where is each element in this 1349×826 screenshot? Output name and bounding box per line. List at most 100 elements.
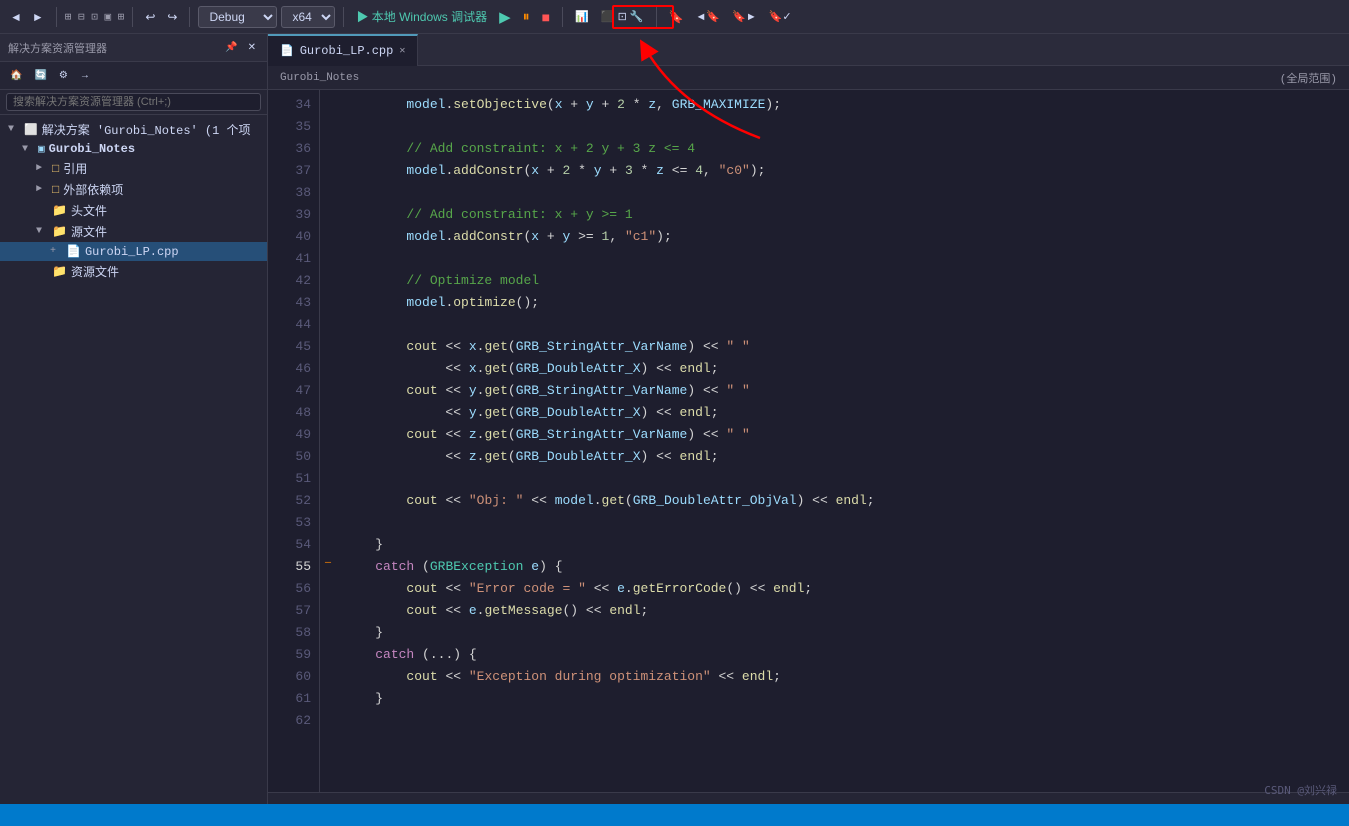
horizontal-scrollbar[interactable] bbox=[268, 792, 1349, 804]
sidebar-search-input[interactable] bbox=[6, 93, 261, 111]
main-area: 解决方案资源管理器 📌 ✕ 🏠 🔄 ⚙ → ▼ ⬜ 解决方案 'Gurobi_N… bbox=[0, 34, 1349, 804]
ln-57: 57 bbox=[280, 600, 311, 622]
sep1 bbox=[56, 7, 57, 27]
watermark: CSDN @刘兴禄 bbox=[1264, 782, 1337, 798]
code-line-37: model.addConstr(x + 2 * y + 3 * z <= 4, … bbox=[344, 160, 1349, 182]
code-line-43: model.optimize(); bbox=[344, 292, 1349, 314]
ln-40: 40 bbox=[280, 226, 311, 248]
tree-expand-icon-4: ► bbox=[36, 184, 48, 195]
sep2 bbox=[132, 7, 133, 27]
code-line-39: // Add constraint: x + y >= 1 bbox=[344, 204, 1349, 226]
ln-60: 60 bbox=[280, 666, 311, 688]
code-content[interactable]: model.setObjective(x + y + 2 * z, GRB_MA… bbox=[336, 90, 1349, 792]
tree-item-resources[interactable]: 📁 资源文件 bbox=[0, 261, 267, 282]
bookmark-all-button[interactable]: 🔖✓ bbox=[765, 8, 796, 25]
sep6 bbox=[656, 7, 657, 27]
stop-button[interactable]: ■ bbox=[538, 7, 554, 27]
ln-50: 50 bbox=[280, 446, 311, 468]
code-line-56: cout << "Error code = " << e.getErrorCod… bbox=[344, 578, 1349, 600]
gutter-44 bbox=[320, 310, 336, 332]
main-cpp-label: Gurobi_LP.cpp bbox=[85, 245, 179, 259]
gutter-41 bbox=[320, 244, 336, 266]
sidebar-home-button[interactable]: 🏠 bbox=[6, 68, 26, 83]
breakpoints-button[interactable]: ⬛ ⊡ 🔧 bbox=[597, 8, 648, 25]
code-line-59: catch (...) { bbox=[344, 644, 1349, 666]
forward-button[interactable]: ► bbox=[28, 8, 48, 26]
ln-54: 54 bbox=[280, 534, 311, 556]
ln-51: 51 bbox=[280, 468, 311, 490]
gutter-57 bbox=[320, 596, 336, 618]
debug-button[interactable]: ⏸ bbox=[519, 6, 534, 27]
gutter-59 bbox=[320, 640, 336, 662]
code-editor[interactable]: 34 35 36 37 38 39 40 41 42 43 44 45 46 4… bbox=[268, 90, 1349, 792]
code-line-52: cout << "Obj: " << model.get(GRB_DoubleA… bbox=[344, 490, 1349, 512]
sep4 bbox=[343, 7, 344, 27]
code-line-62 bbox=[344, 710, 1349, 732]
platform-dropdown[interactable]: x64 x86 bbox=[281, 6, 335, 28]
run-local-button[interactable]: ▶ 本地 Windows 调试器 bbox=[352, 6, 491, 27]
gutter-48 bbox=[320, 398, 336, 420]
nav-group: ◄ ► bbox=[6, 8, 48, 26]
ln-42: 42 bbox=[280, 270, 311, 292]
code-line-38 bbox=[344, 182, 1349, 204]
tree-item-extdeps[interactable]: ► □ 外部依赖项 bbox=[0, 179, 267, 200]
gutter-42 bbox=[320, 266, 336, 288]
cpp-file-icon: 📄 bbox=[66, 244, 81, 259]
tree-item-solution[interactable]: ▼ ⬜ 解决方案 'Gurobi_Notes' (1 个项 bbox=[0, 119, 267, 140]
play-button[interactable]: ▶ bbox=[495, 6, 515, 28]
sources-label: 源文件 bbox=[71, 223, 107, 240]
code-line-45: cout << x.get(GRB_StringAttr_VarName) <<… bbox=[344, 336, 1349, 358]
ln-35: 35 bbox=[280, 116, 311, 138]
tree-item-main-cpp[interactable]: + 📄 Gurobi_LP.cpp bbox=[0, 242, 267, 261]
code-line-55: catch (GRBException e) { bbox=[344, 556, 1349, 578]
gutter-52 bbox=[320, 486, 336, 508]
code-line-61: } bbox=[344, 688, 1349, 710]
diagnostics-button[interactable]: 📊 bbox=[571, 8, 593, 25]
code-line-54: } bbox=[344, 534, 1349, 556]
code-line-53 bbox=[344, 512, 1349, 534]
sidebar-close-button[interactable]: ✕ bbox=[245, 41, 259, 54]
gutter-58 bbox=[320, 618, 336, 640]
folder-icon-sources: 📁 bbox=[52, 224, 67, 239]
tab-gurobi-lp[interactable]: 📄 Gurobi_LP.cpp ✕ bbox=[268, 34, 418, 66]
ln-52: 52 bbox=[280, 490, 311, 512]
tree-expand-icon-2: ▼ bbox=[22, 144, 34, 155]
bookmark-next-button[interactable]: 🔖► bbox=[728, 8, 761, 25]
bookmark-button[interactable]: 🔖 bbox=[665, 8, 688, 26]
tree-item-references[interactable]: ► □ 引用 bbox=[0, 158, 267, 179]
folder-icon-ext: □ bbox=[52, 183, 59, 197]
sidebar-pin-button[interactable]: 📌 bbox=[222, 41, 240, 54]
back-button[interactable]: ◄ bbox=[6, 8, 26, 26]
tree-expand-icon: ▼ bbox=[8, 124, 20, 135]
ln-43: 43 bbox=[280, 292, 311, 314]
breadcrumb-bar: Gurobi_Notes (全局范围) bbox=[268, 66, 1349, 90]
gutter-51 bbox=[320, 464, 336, 486]
gutter-45 bbox=[320, 332, 336, 354]
main-toolbar: ◄ ► ⊞ ⊟ ⊡ ▣ ⊞ ↩ ↪ Debug Release x64 x86 … bbox=[0, 0, 1349, 34]
window-icons: ⊞ ⊟ ⊡ ▣ ⊞ bbox=[65, 10, 125, 24]
tab-label: Gurobi_LP.cpp bbox=[300, 44, 394, 58]
code-line-51 bbox=[344, 468, 1349, 490]
scope-label: (全局范围) bbox=[1280, 70, 1337, 86]
bookmark-prev-button[interactable]: ◄🔖 bbox=[692, 8, 725, 25]
folder-icon-headers: 📁 bbox=[52, 203, 67, 218]
ln-56: 56 bbox=[280, 578, 311, 600]
gutter-50 bbox=[320, 442, 336, 464]
undo-button[interactable]: ↩ bbox=[141, 8, 159, 26]
sidebar-arrow-button[interactable]: → bbox=[76, 68, 94, 83]
sidebar-settings-button[interactable]: ⚙ bbox=[55, 68, 72, 83]
sidebar-nav-toolbar: 🏠 🔄 ⚙ → bbox=[0, 62, 267, 90]
ln-37: 37 bbox=[280, 160, 311, 182]
code-line-60: cout << "Exception during optimization" … bbox=[344, 666, 1349, 688]
sidebar-refresh-button[interactable]: 🔄 bbox=[30, 68, 50, 83]
redo-button[interactable]: ↪ bbox=[163, 8, 181, 26]
line-numbers: 34 35 36 37 38 39 40 41 42 43 44 45 46 4… bbox=[268, 90, 320, 792]
tree-item-headers[interactable]: 📁 头文件 bbox=[0, 200, 267, 221]
tree-item-project[interactable]: ▼ ▣ Gurobi_Notes bbox=[0, 140, 267, 158]
ln-62: 62 bbox=[280, 710, 311, 732]
tree-item-sources[interactable]: ▼ 📁 源文件 bbox=[0, 221, 267, 242]
config-dropdown[interactable]: Debug Release bbox=[198, 6, 277, 28]
editor-area: 📄 Gurobi_LP.cpp ✕ Gurobi_Notes (全局范围) 34… bbox=[268, 34, 1349, 804]
code-line-57: cout << e.getMessage() << endl; bbox=[344, 600, 1349, 622]
tab-close-button[interactable]: ✕ bbox=[399, 45, 405, 57]
